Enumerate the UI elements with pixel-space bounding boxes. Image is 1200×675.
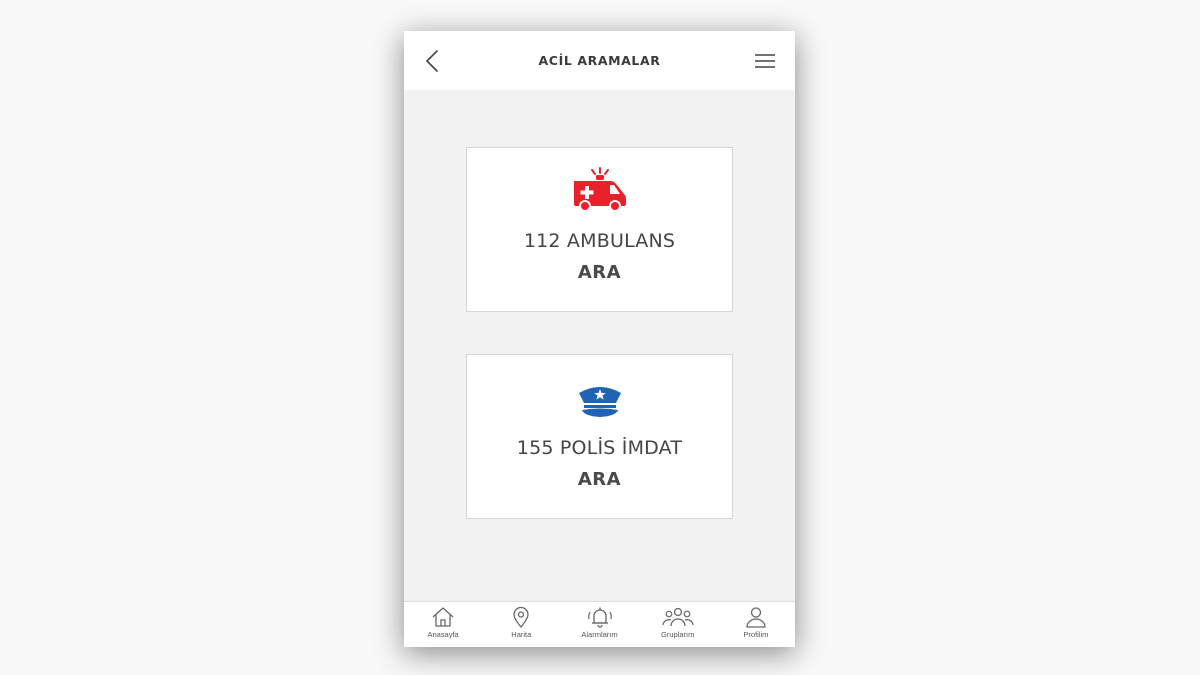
tab-gruplarim[interactable]: Gruplarım: [639, 602, 717, 647]
alarm-bell-icon: [587, 607, 612, 628]
page-title: ACİL ARAMALAR: [538, 53, 661, 68]
tab-label: Gruplarım: [661, 630, 695, 639]
call-action-label: ARA: [577, 262, 622, 283]
phone-screen: ACİL ARAMALAR 112 AMBULANS ARA 155 POLİS…: [404, 31, 795, 647]
home-icon: [432, 607, 454, 627]
tab-label: Alarmlarım: [581, 630, 618, 639]
call-action-label: ARA: [577, 469, 622, 490]
tab-label: Anasayfa: [427, 630, 459, 639]
ambulance-icon: [573, 167, 626, 212]
group-icon: [662, 607, 694, 627]
tab-label: Harita: [511, 630, 532, 639]
ambulance-call-card[interactable]: 112 AMBULANS ARA: [466, 147, 733, 312]
tab-anasayfa[interactable]: Anasayfa: [404, 602, 482, 647]
tab-profilim[interactable]: Profilim: [717, 602, 795, 647]
hamburger-menu-icon: [755, 54, 775, 68]
tab-harita[interactable]: Harita: [482, 602, 560, 647]
tab-label: Profilim: [743, 630, 769, 639]
card-label: 112 AMBULANS: [523, 230, 676, 252]
police-call-card[interactable]: 155 POLİS İMDAT ARA: [466, 354, 733, 519]
card-label: 155 POLİS İMDAT: [516, 437, 683, 459]
bottom-tab-bar: Anasayfa Harita Alarmlarım Gruplarım Pro…: [404, 601, 795, 647]
police-cap-icon: [578, 387, 621, 417]
map-pin-icon: [513, 606, 529, 628]
top-bar: ACİL ARAMALAR: [404, 31, 795, 90]
tab-alarmlarim[interactable]: Alarmlarım: [560, 602, 638, 647]
user-icon: [746, 607, 766, 628]
menu-button[interactable]: [753, 51, 777, 71]
